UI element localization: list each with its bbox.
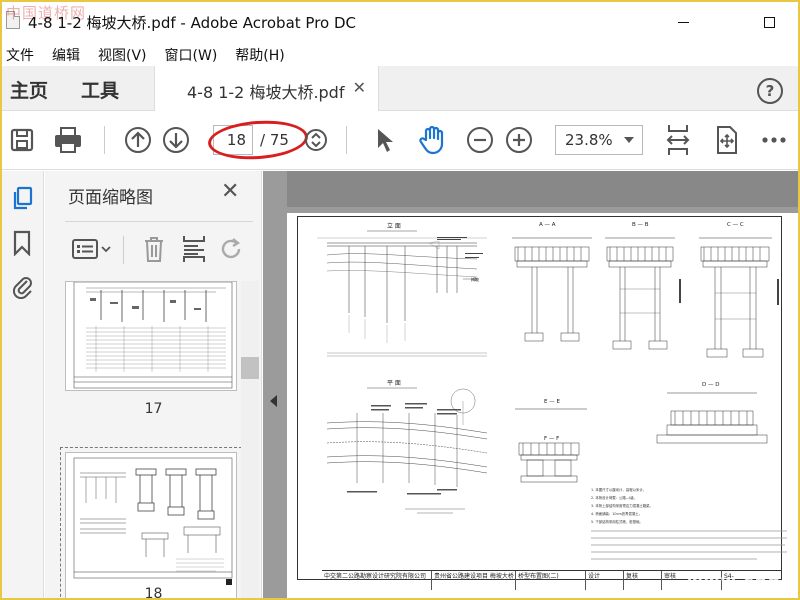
help-icon[interactable]: ? (757, 78, 783, 104)
chevron-down-icon (624, 137, 634, 143)
menu-file[interactable]: 文件 (6, 42, 34, 66)
title-block-design: 设计 (586, 571, 624, 590)
note-line: 4. 桥面铺装：10cm沥青混凝土。 (591, 511, 642, 516)
label-section-bb: B — B (632, 222, 649, 228)
label-section-aa: A — A (539, 222, 556, 228)
delete-page-icon[interactable] (135, 234, 173, 264)
note-line: 1. 本图尺寸以厘米计，高程以米计。 (591, 487, 646, 492)
page-stepper-icon[interactable] (300, 124, 332, 156)
bookmark-icon[interactable] (8, 229, 36, 257)
more-tools-icon[interactable] (758, 124, 790, 156)
main-toolbar: 18 / 75 23.8% (2, 112, 798, 170)
close-tab-icon[interactable]: ✕ (353, 78, 366, 97)
panel-divider (123, 236, 124, 264)
minimize-icon (677, 21, 689, 23)
insert-page-icon[interactable] (175, 234, 213, 264)
title-block-drawing-name: 桥型布置图(二) (516, 571, 586, 590)
site-watermark: www.chdao.com (687, 572, 798, 592)
panel-title: 页面缩略图 (68, 188, 153, 208)
document-view[interactable]: 立 面 梅坡 平 面 A — A B — B C — C D — D E — E… (263, 171, 798, 598)
thumbnail-page-18[interactable] (60, 447, 242, 598)
title-block-project: 贵州省公路建设项目 梅坡大桥 (432, 571, 516, 590)
attachment-icon[interactable] (8, 272, 36, 300)
menu-edit[interactable]: 编辑 (52, 42, 80, 66)
select-arrow-icon[interactable] (368, 124, 400, 156)
close-panel-icon[interactable]: ✕ (221, 179, 239, 204)
maximize-icon (763, 16, 775, 28)
menu-view[interactable]: 视图(V) (98, 42, 147, 66)
document-tab-label: 4-8 1-2 梅坡大桥.pdf (187, 83, 345, 102)
note-line: 3. 本桥上部结构采用预应力混凝土箱梁。 (591, 503, 653, 508)
label-section-ee: E — E (544, 399, 560, 405)
label-section-dd: D — D (702, 382, 719, 388)
tab-document[interactable]: 4-8 1-2 梅坡大桥.pdf ✕ (154, 66, 379, 111)
window-title: 4-8 1-2 梅坡大桥.pdf - Adobe Acrobat Pro DC (28, 14, 357, 32)
label-section-cc: C — C (727, 222, 744, 228)
title-block-review: 复核 (624, 571, 662, 590)
toolbar-divider (104, 126, 105, 154)
panel-toolbar (65, 221, 253, 276)
tab-home[interactable]: 主页 (10, 76, 48, 103)
navigation-rail (2, 171, 44, 598)
previous-page-edge (287, 171, 798, 207)
toolbar-divider (346, 126, 347, 154)
zoom-out-icon[interactable] (464, 124, 496, 156)
fit-page-icon[interactable] (662, 124, 694, 156)
maximize-button[interactable] (746, 2, 792, 42)
label-section-ff: F — F (544, 436, 559, 442)
title-block-company: 中交第二公路勘察设计研究院有限公司 (322, 571, 432, 590)
thumbnail-page-number: 18 (144, 586, 163, 600)
thumbnail-page-number: 17 (144, 401, 163, 417)
menu-bar: 文件 编辑 视图(V) 窗口(W) 帮助(H) (2, 42, 798, 66)
thumbnail-options-icon[interactable] (69, 234, 115, 264)
thumbnails-scrollbar[interactable] (241, 281, 259, 598)
note-line: 5. 下部结构采用柱式墩、桩基础。 (591, 519, 643, 524)
minimize-button[interactable] (660, 2, 706, 42)
hand-tool-icon[interactable] (416, 124, 448, 156)
print-icon[interactable] (52, 124, 84, 156)
tab-bar: 主页 工具 4-8 1-2 梅坡大桥.pdf ✕ ? (2, 66, 798, 111)
label-elevation: 立 面 (387, 222, 401, 230)
rotate-page-icon[interactable] (213, 234, 251, 264)
thumbnail-drawing-17 (73, 282, 233, 389)
thumbnail-page-17[interactable] (65, 281, 237, 391)
thumbnails-list: 17 18 (45, 281, 262, 600)
bridge-drawing: 立 面 梅坡 平 面 A — A B — B C — C D — D E — E… (317, 222, 787, 560)
tab-tools[interactable]: 工具 (81, 76, 119, 103)
menu-window[interactable]: 窗口(W) (165, 42, 218, 66)
acrobat-window: 中国道桥网 4-8 1-2 梅坡大桥.pdf - Adobe Acrobat P… (0, 0, 800, 600)
collapse-panel-icon[interactable] (270, 395, 277, 407)
menu-help[interactable]: 帮助(H) (235, 42, 284, 66)
label-plan: 平 面 (387, 380, 401, 387)
zoom-level-value: 23.8% (565, 131, 613, 149)
thumbnails-panel: 页面缩略图 ✕ 17 18 (45, 171, 262, 600)
pdf-page: 立 面 梅坡 平 面 A — A B — B C — C D — D E — E… (287, 213, 798, 598)
next-page-icon[interactable] (160, 124, 192, 156)
save-icon[interactable] (6, 124, 38, 156)
note-line: 2. 本桥设计荷载：公路—I级。 (591, 495, 637, 500)
zoom-level-select[interactable]: 23.8% (555, 125, 643, 155)
previous-page-icon[interactable] (122, 124, 154, 156)
title-bar: 中国道桥网 4-8 1-2 梅坡大桥.pdf - Adobe Acrobat P… (2, 2, 798, 42)
zoom-in-icon[interactable] (503, 124, 535, 156)
page-thumbnails-icon[interactable] (8, 185, 36, 213)
scrollbar-thumb[interactable] (241, 357, 259, 379)
thumbnail-drawing-18 (73, 457, 233, 585)
rotate-view-icon[interactable] (710, 124, 742, 156)
